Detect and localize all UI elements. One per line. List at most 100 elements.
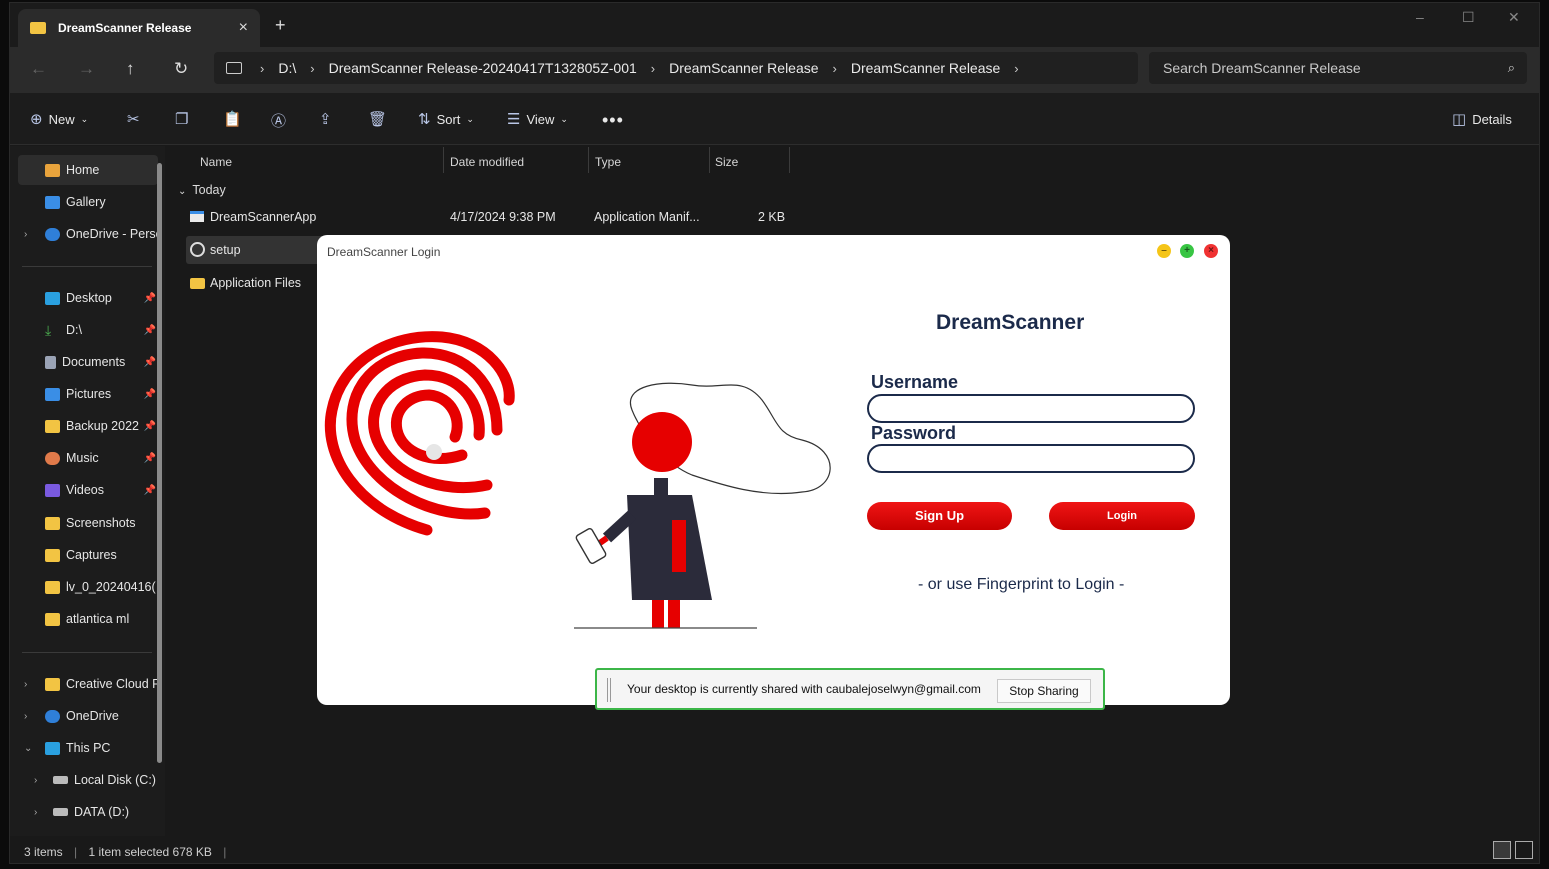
breadcrumb-release[interactable]: DreamScanner Release	[669, 60, 818, 76]
rename-button[interactable]: Ⓐ	[271, 110, 286, 131]
cut-button[interactable]: ✂	[127, 110, 140, 128]
sidebar-item-backup-2022[interactable]: Backup 2022 📌	[18, 411, 158, 441]
details-button[interactable]: ◫ Details	[1452, 110, 1512, 128]
breadcrumb-release-zip[interactable]: DreamScanner Release-20240417T132805Z-00…	[329, 60, 637, 76]
close-dialog-button[interactable]: ×	[1204, 244, 1218, 258]
username-field[interactable]	[867, 394, 1195, 423]
pin-icon[interactable]: 📌	[144, 325, 156, 336]
tiles-view-button[interactable]	[1515, 841, 1533, 859]
delete-button[interactable]: 🗑	[368, 110, 387, 128]
username-label: Username	[871, 372, 959, 392]
sidebar-item-label: Screenshots	[66, 516, 136, 530]
folder-icon	[45, 580, 60, 594]
view-button[interactable]: ☰ View ⌄	[507, 110, 568, 128]
copy-button[interactable]: ❐	[175, 110, 188, 128]
fingerprint-illustration[interactable]	[317, 325, 537, 540]
sidebar-divider	[22, 652, 152, 653]
folder-icon	[45, 516, 60, 530]
chevron-right-icon[interactable]: ›	[34, 775, 37, 786]
file-name: Application Files	[210, 276, 302, 290]
sidebar-item-screenshots[interactable]: Screenshots	[18, 508, 158, 538]
sidebar-item-onedrive-personal[interactable]: › OneDrive - Perso	[18, 219, 158, 249]
sidebar-item-desktop[interactable]: Desktop 📌	[18, 283, 158, 313]
column-divider[interactable]	[443, 147, 444, 173]
minimize-dialog-button[interactable]: –	[1157, 244, 1171, 258]
file-row[interactable]: Application Files	[186, 269, 326, 297]
chevron-right-icon: ›	[260, 60, 265, 76]
new-tab-button[interactable]: +	[275, 15, 286, 36]
column-divider[interactable]	[588, 147, 589, 173]
search-input[interactable]: Search DreamScanner Release ⌕	[1149, 52, 1527, 84]
chevron-right-icon[interactable]: ›	[24, 679, 27, 690]
chevron-right-icon: ›	[832, 60, 837, 76]
forward-button[interactable]: →	[78, 59, 95, 79]
sidebar-item-onedrive[interactable]: › OneDrive	[18, 701, 158, 731]
search-placeholder: Search DreamScanner Release	[1163, 60, 1361, 76]
folder-icon	[45, 419, 60, 433]
column-divider[interactable]	[789, 147, 790, 173]
pin-icon[interactable]: 📌	[144, 421, 156, 432]
sidebar-item-local-disk-c[interactable]: › Local Disk (C:)	[18, 765, 158, 795]
sidebar-item-pictures[interactable]: Pictures 📌	[18, 379, 158, 409]
maximize-dialog-button[interactable]: +	[1180, 244, 1194, 258]
pin-icon[interactable]: 📌	[144, 357, 156, 368]
sort-button[interactable]: ⇅ Sort ⌄	[418, 110, 474, 128]
more-options-button[interactable]: •••	[602, 110, 624, 131]
new-button[interactable]: ⊕ New ⌄	[30, 110, 88, 128]
sidebar-item-music[interactable]: Music 📌	[18, 443, 158, 473]
close-window-button[interactable]: ✕	[1508, 9, 1520, 26]
file-row[interactable]: setup	[186, 236, 326, 264]
sidebar-item-captures[interactable]: Captures	[18, 540, 158, 570]
sidebar-item-d-drive[interactable]: ⤓ D:\ 📌	[18, 315, 158, 345]
file-row[interactable]: DreamScannerApp 4/17/2024 9:38 PM Applic…	[186, 203, 798, 231]
up-button[interactable]: ↑	[126, 59, 135, 79]
column-header-date-modified[interactable]: Date modified	[450, 155, 524, 169]
download-icon: ⤓	[45, 321, 52, 338]
pin-icon[interactable]: 📌	[144, 453, 156, 464]
column-header-name[interactable]: Name	[200, 155, 232, 169]
sidebar-item-videos[interactable]: Videos 📌	[18, 475, 158, 505]
details-view-button[interactable]	[1493, 841, 1511, 859]
stop-sharing-button[interactable]: Stop Sharing	[997, 679, 1091, 703]
share-button[interactable]: ⇪	[319, 110, 332, 128]
sidebar-item-label: Videos	[66, 483, 104, 497]
back-button[interactable]: ←	[30, 59, 47, 79]
sidebar-item-documents[interactable]: Documents 📌	[18, 347, 158, 377]
ellipsis-icon: •••	[602, 110, 624, 130]
chevron-right-icon[interactable]: ›	[24, 711, 27, 722]
pin-icon[interactable]: 📌	[144, 293, 156, 304]
sidebar-scrollbar[interactable]	[157, 163, 162, 763]
close-tab-icon[interactable]: ×	[239, 19, 248, 37]
login-button[interactable]: Login	[1049, 502, 1195, 530]
sidebar-item-data-d[interactable]: › DATA (D:)	[18, 797, 158, 827]
sidebar-item-atlantica-ml[interactable]: atlantica ml	[18, 604, 158, 634]
minimize-button[interactable]: –	[1416, 9, 1424, 25]
tab-dreamscanner-release[interactable]: DreamScanner Release ×	[18, 9, 260, 47]
sidebar-item-this-pc[interactable]: ⌄ This PC	[18, 733, 158, 763]
chevron-right-icon[interactable]: ›	[24, 229, 27, 240]
breadcrumb-release-current[interactable]: DreamScanner Release	[851, 60, 1000, 76]
sidebar-item-lv-folder[interactable]: lv_0_20240416(	[18, 572, 158, 602]
sidebar-item-label: OneDrive - Perso	[66, 227, 158, 241]
sort-icon: ⇅	[418, 111, 431, 128]
maximize-button[interactable]: ☐	[1462, 9, 1475, 26]
address-bar[interactable]: › D:\ › DreamScanner Release-20240417T13…	[214, 52, 1138, 84]
pin-icon[interactable]: 📌	[144, 389, 156, 400]
chevron-down-icon[interactable]: ⌄	[24, 743, 32, 754]
pin-icon[interactable]: 📌	[144, 485, 156, 496]
column-divider[interactable]	[709, 147, 710, 173]
column-header-type[interactable]: Type	[595, 155, 621, 169]
paste-button[interactable]: 📋	[223, 110, 242, 128]
group-header-today[interactable]: ⌄ Today	[178, 183, 226, 197]
sidebar-item-home[interactable]: Home	[18, 155, 158, 185]
sidebar-item-gallery[interactable]: Gallery	[18, 187, 158, 217]
sidebar-item-label: Local Disk (C:)	[74, 773, 156, 787]
sidebar-item-creative-cloud[interactable]: › Creative Cloud F	[18, 669, 158, 699]
refresh-button[interactable]: ↻	[174, 59, 188, 79]
chevron-right-icon[interactable]: ›	[34, 807, 37, 818]
column-header-size[interactable]: Size	[715, 155, 738, 169]
breadcrumb-drive[interactable]: D:\	[278, 60, 296, 76]
sign-up-button[interactable]: Sign Up	[867, 502, 1012, 530]
password-field[interactable]	[867, 444, 1195, 473]
drag-handle[interactable]	[607, 678, 611, 702]
